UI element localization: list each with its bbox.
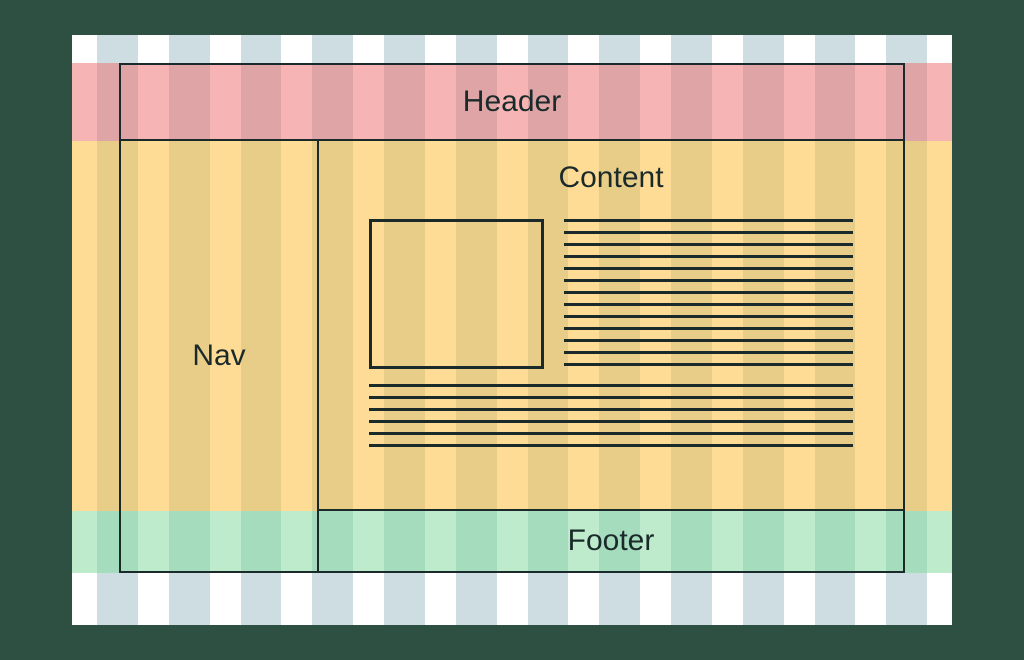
text-line [564, 231, 853, 234]
footer-label: Footer [568, 524, 655, 558]
nav-region: Nav [119, 141, 319, 573]
text-line [564, 315, 853, 318]
layout-wireframe: Header Nav Content [119, 63, 905, 573]
text-line [369, 396, 853, 399]
footer-region: Footer [319, 511, 905, 573]
text-line [564, 291, 853, 294]
text-line [369, 384, 853, 387]
layout-diagram: Header Nav Content [72, 35, 952, 625]
text-line [564, 363, 853, 366]
text-line [564, 255, 853, 258]
image-placeholder [369, 219, 544, 369]
nav-label: Nav [192, 339, 245, 373]
text-line [564, 219, 853, 222]
text-line [564, 279, 853, 282]
text-line [564, 339, 853, 342]
header-region: Header [119, 63, 905, 141]
text-line [564, 327, 853, 330]
text-line [369, 432, 853, 435]
text-line [564, 351, 853, 354]
content-label: Content [558, 161, 663, 195]
text-line [564, 243, 853, 246]
text-line [369, 444, 853, 447]
text-line [564, 303, 853, 306]
header-label: Header [463, 85, 561, 119]
content-body [369, 219, 853, 499]
text-line [564, 267, 853, 270]
content-region: Content [319, 141, 905, 511]
text-lines-wrapped [564, 219, 853, 375]
text-line [369, 408, 853, 411]
text-line [369, 420, 853, 423]
